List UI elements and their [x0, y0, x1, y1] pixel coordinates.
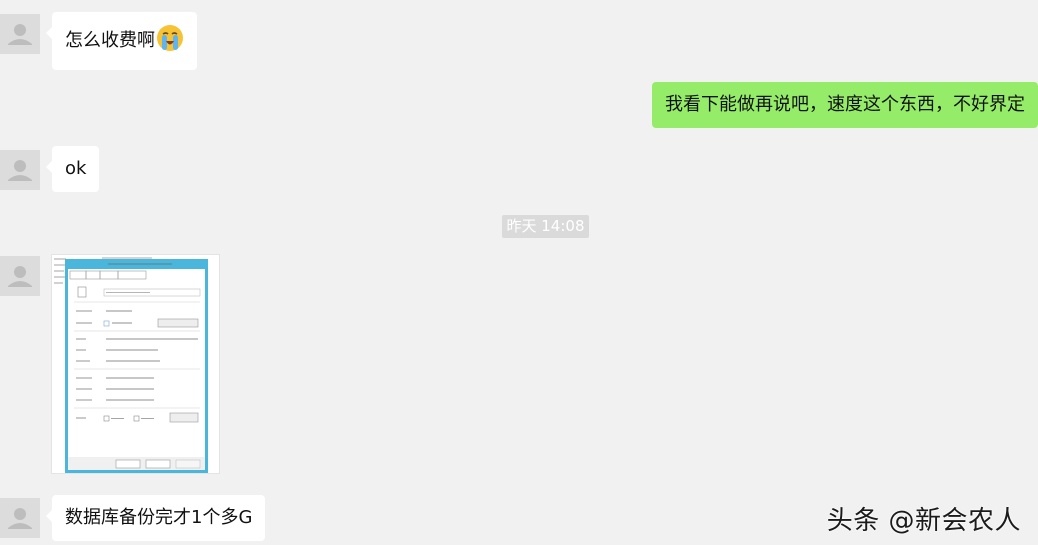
file-properties-screenshot-icon	[52, 255, 219, 473]
avatar[interactable]	[0, 256, 40, 296]
avatar[interactable]	[0, 498, 40, 538]
message-bubble-self[interactable]: 我看下能做再说吧，速度这个东西，不好界定	[652, 82, 1038, 128]
message-text: 我看下能做再说吧，速度这个东西，不好界定	[665, 94, 1025, 115]
message-text: 数据库备份完才1个多G	[65, 507, 253, 528]
message-text: 怎么收费啊	[65, 30, 155, 51]
default-user-icon	[8, 266, 32, 287]
message-text: ok	[65, 158, 87, 179]
default-user-icon	[8, 24, 32, 45]
default-user-icon	[8, 160, 32, 181]
message-bubble[interactable]: ok	[45, 146, 100, 192]
message-bubble[interactable]: 数据库备份完才1个多G	[45, 495, 266, 541]
crying-face-icon	[156, 24, 184, 58]
avatar[interactable]	[0, 150, 40, 190]
default-user-icon	[8, 508, 32, 529]
image-message[interactable]	[51, 254, 220, 474]
message-bubble[interactable]: 怎么收费啊	[46, 12, 197, 70]
avatar[interactable]	[0, 14, 40, 54]
watermark: 头条 @新会农人	[826, 506, 1021, 536]
timestamp: 昨天 14:08	[502, 215, 589, 238]
